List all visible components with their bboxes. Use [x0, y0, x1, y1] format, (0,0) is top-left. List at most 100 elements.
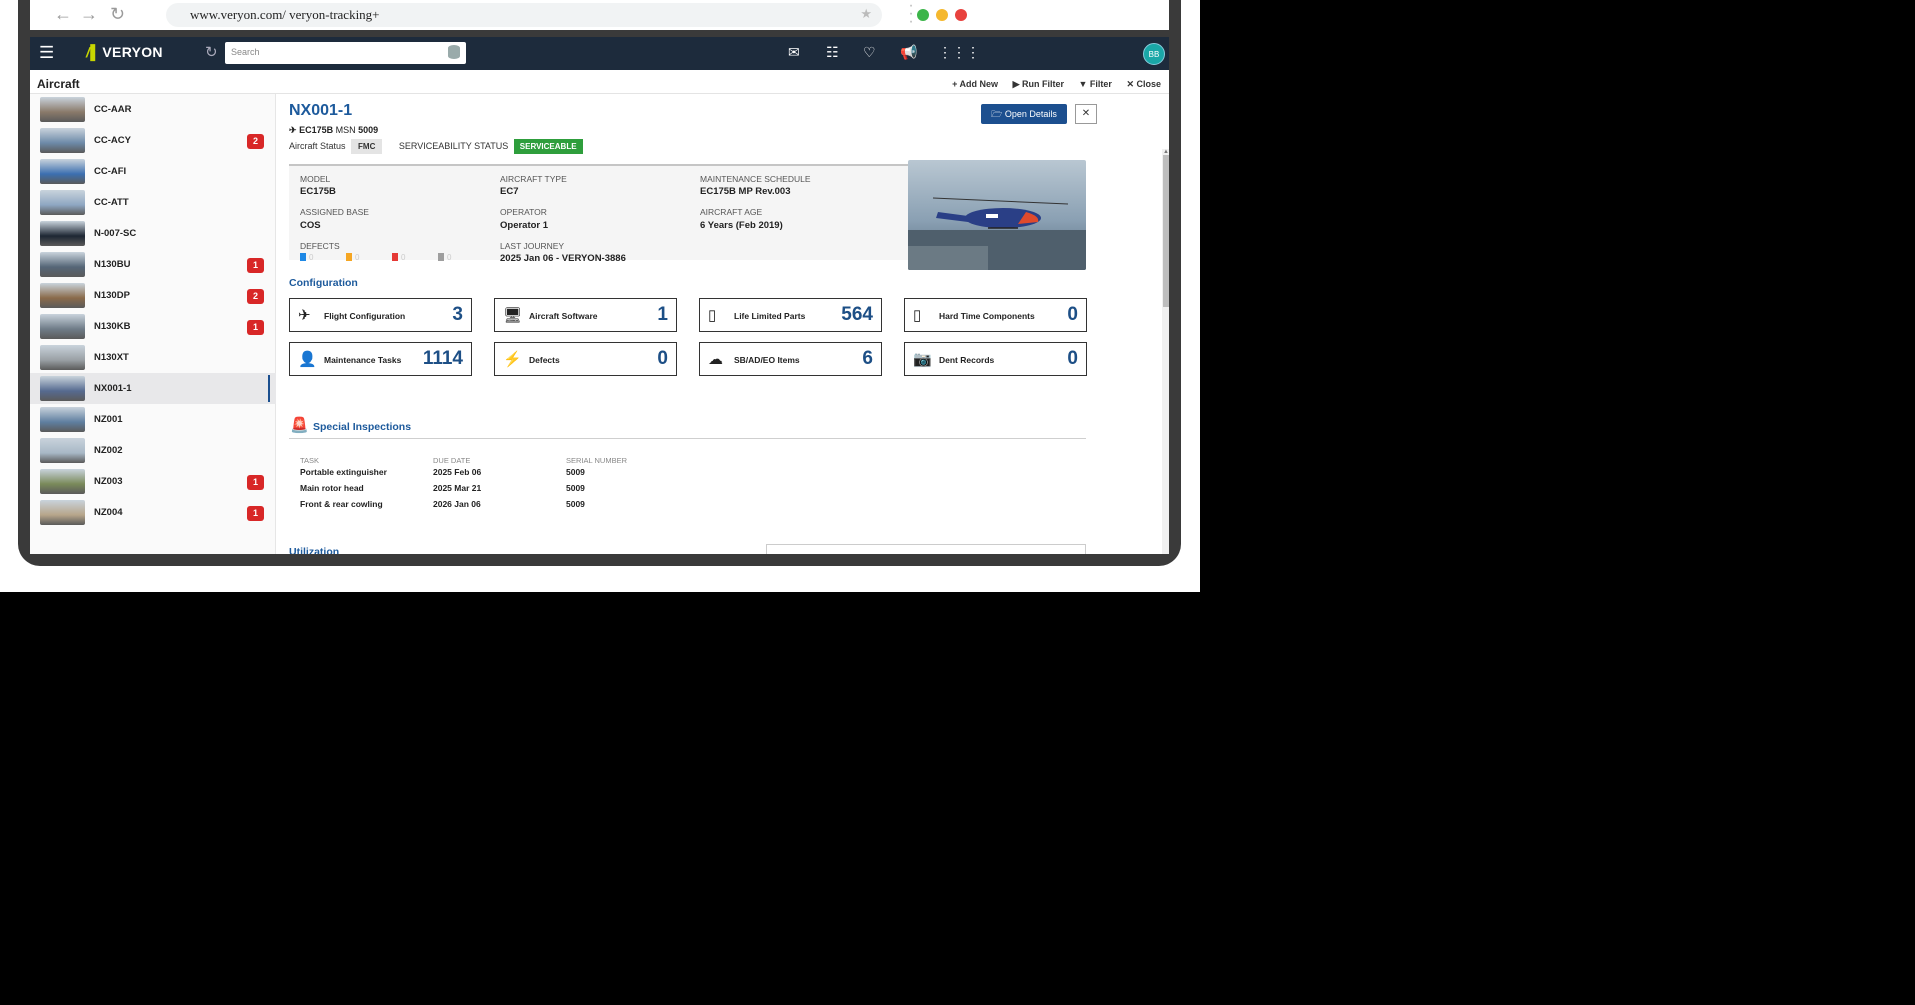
special-inspections-divider — [289, 438, 1086, 439]
aircraft-list-item[interactable]: NX001-1 — [30, 373, 276, 404]
config-card-count: 3 — [452, 304, 463, 325]
aircraft-tail-number: N130XT — [94, 352, 129, 363]
special-inspections-cell: 5009 — [566, 483, 585, 493]
airplane-icon: ✈ — [298, 307, 311, 324]
airplane-icon: ✈ — [289, 125, 297, 135]
config-card-count: 1 — [657, 304, 668, 325]
config-card[interactable]: 👤 Maintenance Tasks 1114 — [289, 342, 472, 376]
configuration-title: Configuration — [289, 277, 358, 289]
config-card[interactable]: ✈ Flight Configuration 3 — [289, 298, 472, 332]
config-card-count: 0 — [1067, 348, 1078, 369]
aircraft-list-item[interactable]: NZ001 — [30, 404, 276, 435]
aircraft-list-item[interactable]: NZ002 — [30, 435, 276, 466]
serviceability-label: SERVICEABILITY STATUS — [398, 141, 509, 151]
config-card[interactable]: 📷 Dent Records 0 — [904, 342, 1087, 376]
config-card[interactable]: ▯ Life Limited Parts 564 — [699, 298, 882, 332]
heart-icon[interactable]: ♡ — [863, 44, 876, 61]
aircraft-list-item[interactable]: NZ004 1 — [30, 497, 276, 528]
config-card[interactable]: ▯ Hard Time Components 0 — [904, 298, 1087, 332]
window-maximize-light[interactable] — [917, 9, 929, 21]
browser-menu-icon[interactable]: · · · — [907, 0, 915, 30]
type-label: AIRCRAFT TYPE — [500, 174, 567, 184]
user-avatar[interactable]: BB — [1143, 43, 1165, 65]
scrollbar-thumb[interactable] — [1163, 155, 1169, 307]
mail-icon[interactable]: ✉ — [788, 44, 800, 61]
config-card[interactable]: ⚡ Defects 0 — [494, 342, 677, 376]
aircraft-list-item[interactable]: N130KB 1 — [30, 311, 276, 342]
msn-label: MSN — [335, 125, 356, 135]
defect-count: 0 — [309, 253, 314, 262]
config-card[interactable]: 🖥 Aircraft Software 1 — [494, 298, 677, 332]
apps-grid-icon[interactable]: ⋮⋮⋮ — [938, 44, 980, 61]
model-value: EC175B — [300, 186, 336, 197]
page-actions: + Add New ▶ Run Filter ▼ Filter ✕ Close — [940, 79, 1161, 90]
brand-logo[interactable]: /▌ VERYON — [86, 44, 163, 60]
monitor-icon: 🖥 — [503, 307, 523, 324]
device-frame: ← → ↻ www.veryon.com/ veryon-tracking+ ★… — [18, 0, 1181, 566]
aircraft-tail-number: N130KB — [94, 321, 131, 332]
app-screen: ☰ /▌ VERYON ↻ Search ✉ ☷ ♡ 📢 ⋮⋮⋮ BB Aircr… — [30, 37, 1169, 554]
config-card[interactable]: ☁ SB/AD/EO Items 6 — [699, 342, 882, 376]
megaphone-icon[interactable]: 📢 — [900, 44, 917, 61]
search-input[interactable]: Search — [225, 42, 466, 64]
forward-icon[interactable]: → — [80, 4, 98, 24]
special-inspections-cell: Portable extinguisher — [300, 467, 387, 477]
browser-chrome: ← → ↻ www.veryon.com/ veryon-tracking+ ★… — [30, 0, 1169, 30]
aircraft-list-item[interactable]: CC-AAR — [30, 94, 276, 125]
defect-color-square — [346, 253, 352, 261]
aircraft-thumbnail — [40, 97, 85, 122]
serviceability-badge: SERVICEABLE — [513, 139, 583, 154]
config-card-label: Defects — [529, 355, 560, 365]
list-icon[interactable]: ☷ — [826, 44, 839, 61]
journey-value: 2025 Jan 06 - VERYON-3886 — [500, 253, 626, 264]
refresh-icon[interactable]: ↻ — [205, 43, 218, 61]
defect-count-badge: 1 — [247, 506, 264, 521]
config-card-label: Dent Records — [939, 355, 995, 365]
aircraft-list-item[interactable]: CC-ATT — [30, 187, 276, 218]
close-detail-button[interactable]: ✕ — [1075, 104, 1097, 124]
aircraft-thumbnail — [40, 345, 85, 370]
filter-button[interactable]: ▼ Filter — [1079, 79, 1112, 89]
aircraft-photo — [908, 160, 1086, 270]
aircraft-tail-number: NZ002 — [94, 445, 123, 456]
aircraft-tail-number: NZ004 — [94, 507, 123, 518]
add-new-button[interactable]: + Add New — [952, 79, 998, 89]
back-icon[interactable]: ← — [54, 4, 72, 24]
aircraft-thumbnail — [40, 376, 85, 401]
close-page-button[interactable]: ✕ Close — [1126, 79, 1161, 89]
aircraft-tail-number: N-007-SC — [94, 228, 137, 239]
aircraft-list-item[interactable]: N130DP 2 — [30, 280, 276, 311]
brand-name: VERYON — [102, 44, 163, 60]
aircraft-thumbnail — [40, 500, 85, 525]
bookmark-star-icon[interactable]: ★ — [860, 6, 872, 22]
aircraft-thumbnail — [40, 469, 85, 494]
type-value: EC7 — [500, 186, 519, 197]
defects-label: DEFECTS — [300, 241, 340, 251]
special-inspections-header: DUE DATE — [433, 456, 471, 465]
defect-count-badge: 2 — [247, 289, 264, 304]
model-text: EC175B — [299, 125, 334, 135]
open-details-button[interactable]: 🗁 Open Details — [981, 104, 1067, 124]
operator-label: OPERATOR — [500, 207, 547, 217]
reload-icon[interactable]: ↻ — [110, 4, 125, 24]
base-label: ASSIGNED BASE — [300, 207, 369, 217]
database-icon[interactable] — [448, 45, 460, 59]
aircraft-tail-number: CC-ACY — [94, 135, 131, 146]
aircraft-list-item[interactable]: N-007-SC — [30, 218, 276, 249]
address-bar[interactable]: www.veryon.com/ veryon-tracking+ ★ — [166, 3, 882, 27]
window-close-light[interactable] — [955, 9, 967, 21]
aircraft-list-item[interactable]: N130BU 1 — [30, 249, 276, 280]
aircraft-list-item[interactable]: CC-AFI — [30, 156, 276, 187]
window-minimize-light[interactable] — [936, 9, 948, 21]
aircraft-list-item[interactable]: NZ003 1 — [30, 466, 276, 497]
base-value: COS — [300, 220, 321, 231]
hamburger-menu-icon[interactable]: ☰ — [39, 43, 54, 63]
aircraft-list-item[interactable]: N130XT — [30, 342, 276, 373]
config-card-label: Flight Configuration — [324, 311, 406, 321]
aircraft-title: NX001-1 — [289, 102, 353, 119]
run-filter-button[interactable]: ▶ Run Filter — [1013, 79, 1064, 89]
detail-scrollbar[interactable]: ▲ — [1162, 149, 1169, 554]
model-label: MODEL — [300, 174, 331, 184]
age-label: AIRCRAFT AGE — [700, 207, 763, 217]
aircraft-list-item[interactable]: CC-ACY 2 — [30, 125, 276, 156]
